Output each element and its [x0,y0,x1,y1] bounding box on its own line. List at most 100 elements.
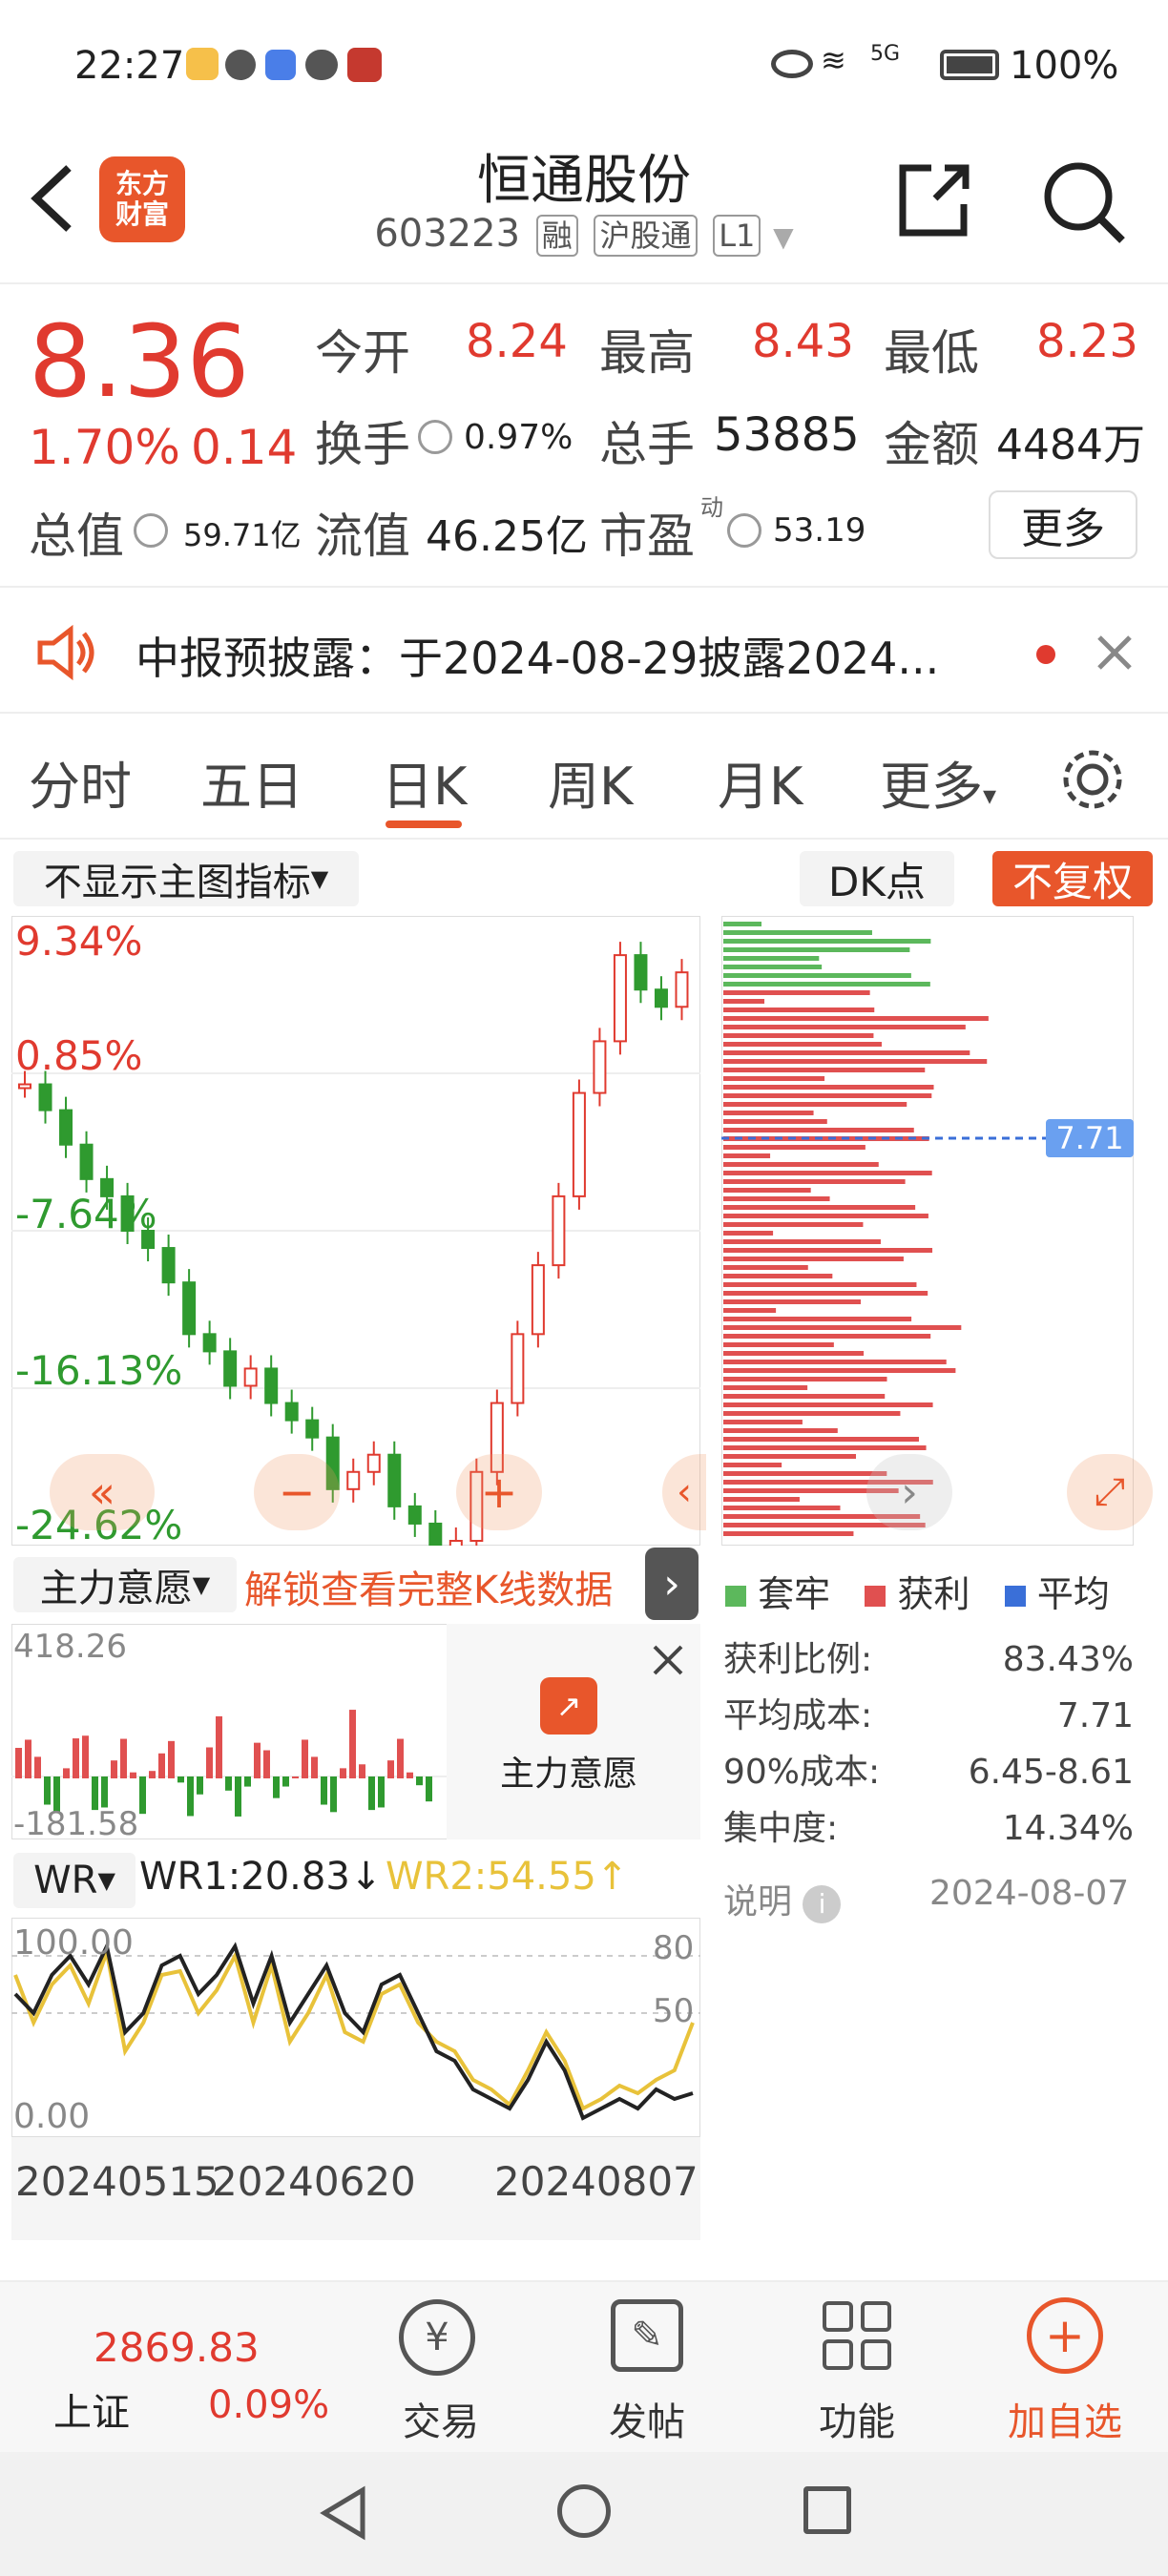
chip-note[interactable]: 说明 i [723,1874,842,1923]
add-watchlist-label[interactable]: 加自选 [1008,2391,1122,2446]
intent-bar [25,1739,31,1778]
index-name[interactable]: 上证 [53,2381,130,2437]
intent-bar [321,1776,327,1805]
pe-info-icon[interactable] [727,513,761,548]
intent-bar [73,1738,79,1778]
indicator-main-intent[interactable]: 主力意愿 ▼ [13,1557,237,1612]
candle-body [346,1470,361,1490]
intent-bar [139,1776,146,1815]
active-tab-indicator [386,821,462,828]
close-icon[interactable] [1092,630,1137,675]
function-icon[interactable] [821,2299,893,2372]
amount-value: 4484万 [996,421,1145,469]
tab-minute[interactable]: 分时 [29,744,132,820]
current-price: 8.36 [29,303,250,420]
wr-ymin: 0.00 [13,2097,91,2136]
mail-notification-icon [265,50,296,80]
low-value: 8.23 [1036,315,1138,368]
candle-body [243,1367,258,1387]
post-icon[interactable]: ✎ [611,2299,683,2372]
intent-bar [197,1776,203,1795]
dropdown-icon[interactable]: ▼ [773,221,794,253]
intent-overlay-text[interactable]: 主力意愿 [500,1746,637,1796]
chip-bar [723,1239,881,1244]
trade-label[interactable]: 交易 [403,2391,479,2446]
unlock-link[interactable]: 解锁查看完整K线数据 [244,1559,613,1614]
info-icon[interactable] [134,513,168,548]
candle-body [38,1083,52,1111]
zoom-in-button[interactable]: + [456,1454,542,1530]
expand-arrow-icon[interactable]: › [645,1548,699,1620]
chip-bar [723,922,761,926]
intent-bar [254,1742,261,1778]
chip-legend: 套牢 获利 平均 [725,1565,1110,1617]
tab-more[interactable]: 更多▾ [880,744,996,820]
turnover-info-icon[interactable] [418,420,452,454]
chip-bar [723,1351,865,1356]
intent-bar [206,1747,213,1778]
high-label: 最高 [599,325,695,381]
function-label[interactable]: 功能 [819,2391,895,2446]
rewind-button[interactable]: « [50,1454,155,1530]
chip-bar [723,1119,827,1124]
intent-bar [387,1760,394,1778]
chip-bar [723,1445,927,1450]
margin-tag: 融 [535,215,578,257]
chip-bar [723,1265,808,1270]
chip-bar [723,1420,803,1424]
nav-recent-icon[interactable] [803,2486,851,2534]
tab-five-day[interactable]: 五日 [200,744,303,820]
intent-bar [263,1750,270,1778]
wr-select[interactable]: WR ▼ [13,1853,136,1908]
next-button[interactable]: › [866,1454,952,1530]
chip-bar [723,965,823,969]
tab-month-k[interactable]: 月K [718,744,803,820]
chip-bar [723,1454,856,1459]
signal-icon: 5G [870,42,901,66]
chip-bar [723,1325,962,1330]
intent-bar [273,1776,280,1798]
candle-body [531,1264,545,1336]
dk-select[interactable]: DK点 [800,851,954,906]
expand-icon[interactable]: ⤢ [1067,1454,1153,1530]
intent-close-icon[interactable] [649,1641,687,1679]
tab-week-k[interactable]: 周K [548,744,633,820]
indicator-select[interactable]: 不显示主图指标 ▼ [13,851,359,906]
chip-bar [723,1050,970,1055]
trade-icon[interactable]: ¥ [399,2299,475,2376]
search-icon[interactable] [1040,158,1128,246]
chip-bar [723,1205,916,1210]
nav-back-icon[interactable] [315,2484,372,2542]
chip-bar [723,1025,966,1029]
intent-bar [216,1715,222,1778]
chip-stats: 获利比例: 83.43% 平均成本: 7.71 90%成本: 6.45-8.61 集中… [723,1640,1134,1848]
intent-chart-icon[interactable]: ↗ [540,1677,597,1735]
intent-bar [282,1776,289,1787]
more-button[interactable]: 更多 [989,490,1137,559]
share-icon[interactable] [893,160,973,240]
chip-bar [723,1162,879,1167]
zoom-out-button[interactable]: − [254,1454,340,1530]
settings-gear-icon[interactable] [1059,746,1126,813]
ytick-4: -16.13% [15,1347,183,1394]
candle-body [552,1195,566,1267]
candle-body [654,988,668,1008]
intent-bar [378,1776,385,1808]
notice-bar[interactable]: 中报预披露：于2024-08-29披露2024... [0,586,1168,714]
candle-body [572,1091,586,1197]
tab-day-k[interactable]: 日K [382,744,467,820]
add-watchlist-icon[interactable]: + [1027,2297,1103,2374]
intent-ymin: -181.58 [13,1805,139,1843]
chat-notification-icon [305,50,338,80]
intent-bar [349,1710,356,1778]
speaker-icon [34,624,97,681]
nav-home-icon[interactable] [557,2484,611,2538]
post-label[interactable]: 发帖 [609,2391,685,2446]
index-value[interactable]: 2869.83 [94,2324,260,2371]
bottom-toolbar: 2869.83 上证 0.09% ¥ 交易 ✎ 发帖 功能 + 加自选 [0,2280,1168,2452]
period-tabs: 分时 五日 日K 周K 月K 更多▾ [0,725,1168,840]
stock-code-row: 603223 融 沪股通 L1 ▼ [0,212,1168,257]
chip-bar [723,973,911,978]
adjust-button[interactable]: 不复权 [992,851,1153,906]
intent-bar [407,1772,413,1778]
